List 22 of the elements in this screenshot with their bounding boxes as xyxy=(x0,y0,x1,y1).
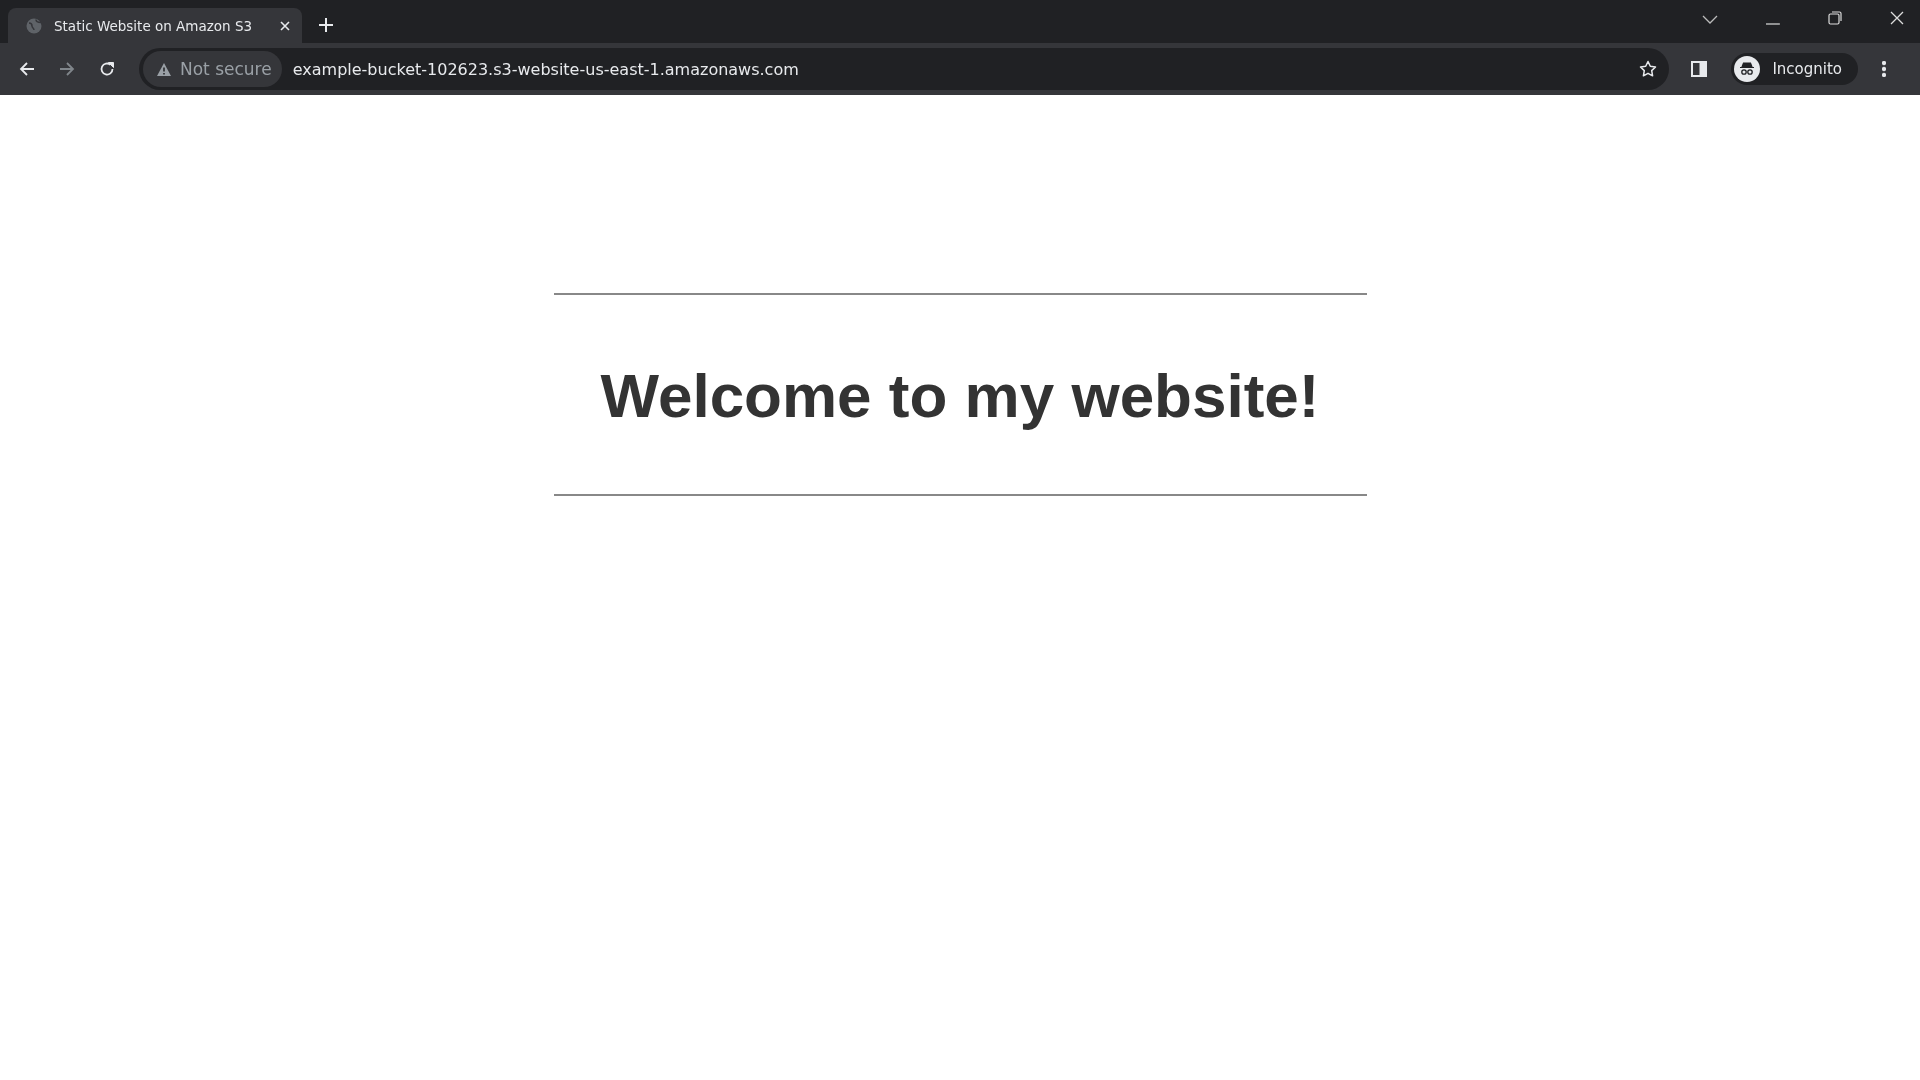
incognito-icon xyxy=(1734,56,1761,82)
tab-search-icon[interactable] xyxy=(1702,15,1718,25)
warning-icon xyxy=(157,62,171,76)
reload-icon[interactable] xyxy=(99,61,115,77)
security-label: Not secure xyxy=(180,59,272,79)
url-text: example-bucket-102623.s3-website-us-east-1.amazonaws.com xyxy=(292,59,800,79)
new-tab-icon[interactable] xyxy=(318,17,334,33)
side-panel-icon[interactable] xyxy=(1691,61,1708,77)
address-bar[interactable]: Not secure example-bucket-102623.s3-website-us-east-1.amazonaws.com xyxy=(139,48,1670,90)
globe-icon xyxy=(26,17,42,34)
profile-label: Incognito xyxy=(1772,60,1842,78)
tab-title: Static Website on Amazon S3 xyxy=(54,17,254,34)
page-heading: Welcome to my website! xyxy=(599,360,1321,432)
close-tab-icon[interactable] xyxy=(280,20,290,31)
browser-tab[interactable]: Static Website on Amazon S3 xyxy=(8,8,302,43)
incognito-button[interactable]: Incognito xyxy=(1731,53,1858,85)
restore-icon[interactable] xyxy=(1828,11,1842,25)
bookmark-star-icon[interactable] xyxy=(1639,60,1658,78)
menu-icon[interactable] xyxy=(1882,61,1886,77)
close-icon[interactable] xyxy=(1890,11,1904,25)
back-icon[interactable] xyxy=(19,61,35,77)
security-chip[interactable]: Not secure xyxy=(143,51,282,87)
